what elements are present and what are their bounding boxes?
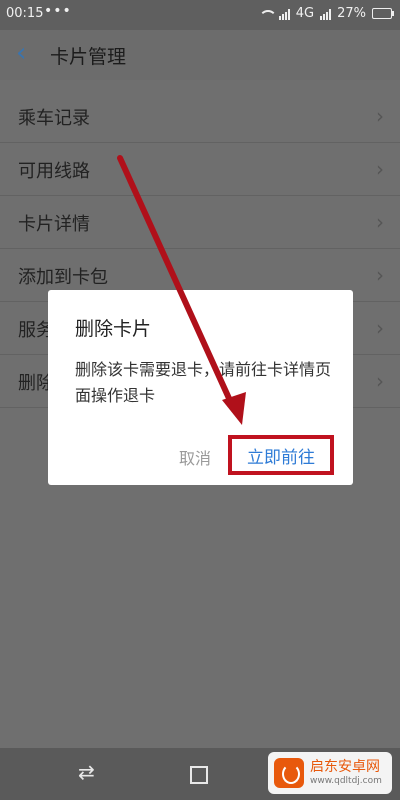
page-title: 卡片管理: [50, 46, 127, 68]
go-now-button[interactable]: 立即前往: [228, 435, 334, 475]
watermark-icon: [274, 758, 304, 788]
chevron-right-icon: ›: [376, 263, 384, 287]
chevron-right-icon: ›: [376, 316, 384, 340]
chevron-right-icon: ›: [376, 210, 384, 234]
menu-item-label: 添加到卡包: [18, 267, 108, 288]
cancel-button[interactable]: 取消: [179, 445, 211, 469]
dialog-title: 删除卡片: [75, 318, 152, 340]
dialog-message: 删除该卡需要退卡，请前往卡详情页面操作退卡: [75, 360, 332, 405]
menu-item-label: 卡片详情: [18, 214, 90, 235]
signal-icon-2: [320, 8, 332, 20]
status-bar: 00:15 ••• 4G 27%: [0, 0, 400, 30]
system-nav-bar: ⇄ 启东安卓网 www.qdltdj.com: [0, 748, 400, 800]
home-square-icon[interactable]: [190, 766, 208, 784]
signal-icon: [278, 8, 290, 20]
menu-item-label: 乘车记录: [18, 108, 90, 129]
menu-item-available-lines[interactable]: 可用线路 ›: [0, 143, 400, 196]
network-type: 4G: [295, 6, 315, 21]
menu-item-card-details[interactable]: 卡片详情 ›: [0, 196, 400, 249]
menu-item-ride-records[interactable]: 乘车记录 ›: [0, 90, 400, 143]
chevron-right-icon: ›: [376, 157, 384, 181]
battery-icon: [372, 8, 394, 19]
delete-card-dialog: 删除卡片 删除该卡需要退卡，请前往卡详情页面操作退卡 取消 立即前往: [48, 290, 353, 485]
battery-percent: 27%: [337, 6, 366, 21]
menu-item-label: 可用线路: [18, 161, 90, 182]
status-right: 4G 27%: [259, 6, 394, 21]
recent-apps-icon[interactable]: ⇄: [78, 760, 95, 784]
back-arrow-icon[interactable]: ‹: [16, 40, 40, 70]
chevron-right-icon: ›: [376, 104, 384, 128]
watermark-logo: 启东安卓网 www.qdltdj.com: [268, 752, 392, 794]
app-header: ‹ 卡片管理: [0, 30, 400, 80]
status-dots: •••: [44, 3, 72, 19]
watermark-title: 启东安卓网: [310, 759, 380, 775]
wifi-icon: [259, 9, 273, 19]
chevron-right-icon: ›: [376, 369, 384, 393]
watermark-url: www.qdltdj.com: [310, 776, 382, 786]
status-time: 00:15: [6, 6, 44, 21]
